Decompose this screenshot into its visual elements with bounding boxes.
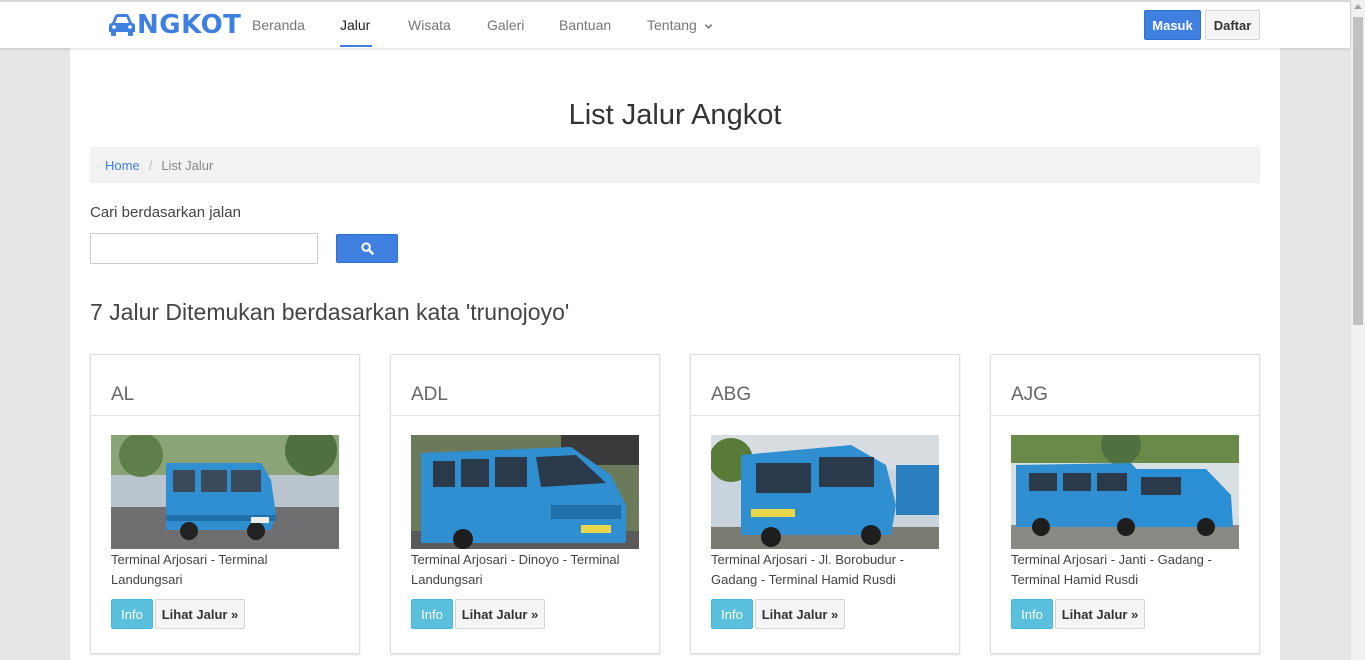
route-card-al: AL Terminal Arjosari - Terminal Landungs… [90,354,360,654]
breadcrumb-separator: / [148,157,153,173]
nav-item-wisata[interactable]: Wisata [408,16,451,34]
search-button[interactable] [336,234,398,263]
route-photo [1011,435,1239,549]
route-description: Terminal Arjosari - Jl. Borobudur - Gada… [711,552,904,587]
route-description: Terminal Arjosari - Janti - Gadang - Ter… [1011,552,1212,587]
nav-item-beranda[interactable]: Beranda [252,16,305,34]
route-photo [111,435,339,549]
breadcrumb: Home / List Jalur [90,147,1260,183]
scrollbar-thumb[interactable] [1353,17,1363,325]
route-card-ajg: AJG Terminal Arjosari - Janti - Gadang -… [990,354,1260,654]
view-route-button[interactable]: Lihat Jalur » [155,599,245,629]
page-scrollbar[interactable] [1350,0,1365,660]
view-route-button[interactable]: Lihat Jalur » [755,599,845,629]
info-button[interactable]: Info [111,599,153,629]
route-code: AJG [1011,384,1048,405]
route-photo [711,435,939,549]
route-description: Terminal Arjosari - Terminal Landungsari [111,552,268,587]
card-divider [391,415,659,416]
nav-item-tentang[interactable]: Tentang [647,16,713,34]
active-nav-indicator [340,45,372,47]
nav-item-bantuan[interactable]: Bantuan [559,16,611,34]
route-description: Terminal Arjosari - Dinoyo - Terminal La… [411,552,620,587]
brand-name: NGKOT [137,10,242,40]
nav-item-jalur[interactable]: Jalur [340,16,370,34]
card-divider [91,415,359,416]
route-card-abg: ABG Terminal Arjosari - Jl. Borobudur - … [690,354,960,654]
page-title: List Jalur Angkot [568,99,782,131]
route-code: ADL [411,384,448,405]
breadcrumb-home-link[interactable]: Home [105,158,140,173]
route-photo [411,435,639,549]
nav-item-galeri[interactable]: Galeri [487,16,524,34]
info-button[interactable]: Info [711,599,753,629]
search-label: Cari berdasarkan jalan [90,204,241,221]
results-heading: 7 Jalur Ditemukan berdasarkan kata 'trun… [90,299,570,325]
chevron-down-icon [704,23,712,29]
view-route-button[interactable]: Lihat Jalur » [1055,599,1145,629]
breadcrumb-current: List Jalur [161,157,214,173]
view-route-button[interactable]: Lihat Jalur » [455,599,545,629]
scroll-up-arrow-icon[interactable] [1354,4,1362,9]
route-code: ABG [711,384,752,405]
card-divider [991,415,1259,416]
car-icon [109,14,135,36]
route-code: AL [111,384,135,405]
search-input[interactable] [90,233,318,264]
card-divider [691,415,959,416]
info-button[interactable]: Info [411,599,453,629]
search-icon [360,242,374,255]
nav-item-tentang-label: Tentang [647,17,697,33]
brand-logo[interactable]: NGKOT [108,10,241,40]
route-card-adl: ADL Terminal Arjosari - Dinoyo - Termina… [390,354,660,654]
info-button[interactable]: Info [1011,599,1053,629]
login-button[interactable]: Masuk [1144,10,1201,40]
register-button[interactable]: Daftar [1205,10,1260,40]
navbar: NGKOT Beranda Jalur Wisata Galeri Bantua… [0,0,1350,48]
